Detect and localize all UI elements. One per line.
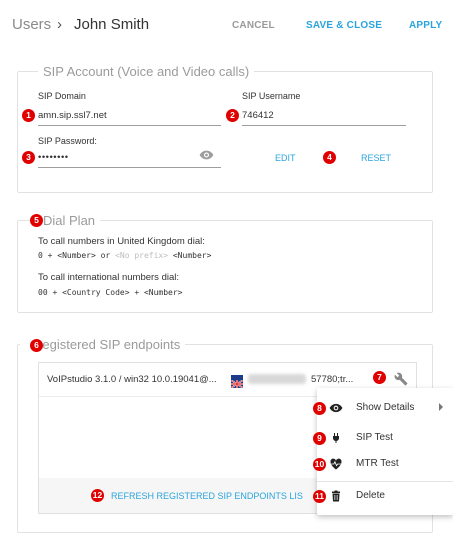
submenu-arrow-icon bbox=[439, 403, 443, 411]
uk-dial-code-b: <Number> bbox=[168, 251, 212, 260]
badge-6: 6 bbox=[30, 339, 43, 352]
breadcrumb-separator: › bbox=[57, 16, 62, 33]
badge-3: 3 bbox=[22, 151, 35, 164]
sip-account-legend: SIP Account (Voice and Video calls) bbox=[43, 64, 250, 79]
uk-dial-code-a: 0 + <Number> or bbox=[38, 251, 116, 260]
wrench-icon[interactable] bbox=[394, 372, 408, 386]
header: Users › John Smith CANCEL SAVE & CLOSE A… bbox=[0, 0, 453, 50]
menu-item-sip-test[interactable]: SIP Test bbox=[317, 427, 453, 449]
plug-icon bbox=[333, 433, 339, 443]
badge-7: 7 bbox=[373, 371, 386, 384]
sip-password-label: SIP Password: bbox=[38, 136, 97, 146]
badge-11: 11 bbox=[313, 490, 326, 503]
badge-2: 2 bbox=[226, 109, 239, 122]
save-close-button[interactable]: SAVE & CLOSE bbox=[306, 20, 382, 31]
menu-item-label: Delete bbox=[356, 490, 385, 501]
badge-8: 8 bbox=[313, 402, 326, 415]
menu-item-delete[interactable]: Delete bbox=[317, 485, 453, 507]
edit-password-button[interactable]: EDIT bbox=[275, 153, 296, 163]
uk-dial-code-muted: <No prefix> bbox=[115, 251, 169, 260]
page-title: John Smith bbox=[74, 16, 150, 33]
visibility-eye-icon[interactable] bbox=[199, 150, 214, 160]
sip-username-field[interactable]: 746412 bbox=[242, 110, 274, 121]
badge-4: 4 bbox=[323, 151, 336, 164]
uk-dial-code: 0 + <Number> or <No prefix> <Number> bbox=[38, 251, 211, 260]
sip-password-field[interactable]: •••••••• bbox=[38, 152, 69, 163]
sip-domain-field[interactable]: amn.sip.ssl7.net bbox=[38, 110, 107, 121]
badge-12: 12 bbox=[91, 489, 104, 502]
eye-icon bbox=[329, 403, 343, 413]
registered-endpoints-legend: Registered SIP endpoints bbox=[33, 337, 181, 352]
badge-9: 9 bbox=[313, 432, 326, 445]
sip-domain-underline bbox=[38, 125, 221, 126]
intl-dial-code: 00 + <Country Code> + <Number> bbox=[38, 288, 183, 297]
endpoint-context-menu: Show Details SIP Test MTR Test Delete bbox=[317, 388, 453, 515]
uk-flag-graphic bbox=[230, 379, 244, 389]
sip-account-section: SIP Account (Voice and Video calls) bbox=[17, 64, 433, 193]
trash-icon bbox=[332, 490, 340, 502]
badge-5: 5 bbox=[30, 214, 43, 227]
menu-item-label: MTR Test bbox=[356, 458, 399, 469]
uk-flag-icon bbox=[230, 375, 244, 389]
menu-divider bbox=[317, 481, 453, 482]
refresh-endpoints-button[interactable]: REFRESH REGISTERED SIP ENDPOINTS LIS bbox=[111, 491, 303, 501]
reset-password-button[interactable]: RESET bbox=[361, 153, 391, 163]
heartbeat-icon bbox=[330, 458, 342, 470]
sip-username-label: SIP Username bbox=[242, 91, 301, 101]
sip-username-underline bbox=[242, 125, 406, 126]
menu-item-mtr-test[interactable]: MTR Test bbox=[317, 453, 453, 475]
dial-plan-section: Dial Plan bbox=[17, 213, 433, 313]
sip-password-underline bbox=[38, 167, 221, 168]
apply-button[interactable]: APPLY bbox=[409, 20, 442, 31]
cancel-button[interactable]: CANCEL bbox=[232, 20, 275, 31]
menu-item-label: SIP Test bbox=[356, 432, 393, 443]
sip-domain-label: SIP Domain bbox=[38, 91, 86, 101]
redacted-address bbox=[248, 374, 306, 384]
menu-item-label: Show Details bbox=[356, 402, 415, 413]
menu-item-show-details[interactable]: Show Details bbox=[317, 397, 453, 419]
endpoint-user-agent: VoIPstudio 3.1.0 / win32 10.0.19041@... bbox=[47, 374, 217, 385]
uk-dial-instruction: To call numbers in United Kingdom dial: bbox=[38, 236, 205, 247]
badge-10: 10 bbox=[313, 458, 326, 471]
endpoint-contact-tail: 57780;tr... bbox=[311, 374, 354, 385]
breadcrumb-users[interactable]: Users bbox=[12, 16, 51, 33]
intl-dial-instruction: To call international numbers dial: bbox=[38, 272, 179, 283]
badge-1: 1 bbox=[22, 109, 35, 122]
